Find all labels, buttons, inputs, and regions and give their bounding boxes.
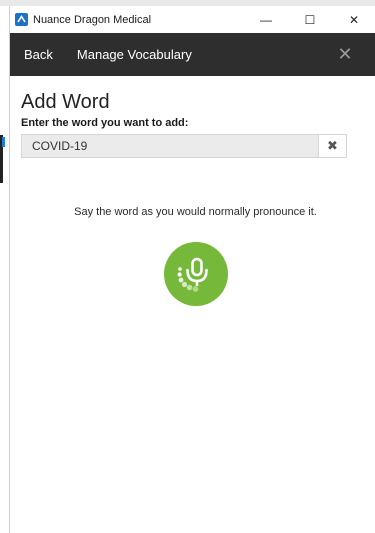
mic-container: [21, 242, 364, 306]
word-input-row: ✖: [21, 134, 347, 158]
manage-vocabulary-link[interactable]: Manage Vocabulary: [77, 47, 192, 62]
back-button[interactable]: Back: [24, 47, 53, 62]
window-title: Nuance Dragon Medical: [33, 13, 152, 26]
microphone-icon: [177, 257, 208, 292]
microphone-button[interactable]: [163, 242, 228, 306]
pronounce-instruction: Say the word as you would normally prono…: [74, 206, 317, 218]
nav-bar: Back Manage Vocabulary ✕: [10, 33, 375, 76]
word-field-label: Enter the word you want to add:: [21, 117, 189, 129]
dragon-window: Nuance Dragon Medical — ☐ ✕ Back Manage …: [9, 6, 375, 533]
maximize-button[interactable]: ☐: [288, 6, 332, 33]
page-title: Add Word: [21, 91, 110, 113]
window-controls: — ☐ ✕: [244, 6, 375, 33]
clear-icon[interactable]: ✖: [319, 134, 347, 158]
background-app-edge-accent: [2, 137, 5, 147]
minimize-button[interactable]: —: [244, 6, 288, 33]
main-content: Add Word Enter the word you want to add:…: [10, 90, 375, 306]
title-bar[interactable]: Nuance Dragon Medical — ☐ ✕: [10, 6, 375, 33]
word-input[interactable]: [21, 134, 319, 158]
app-logo-icon: [15, 13, 28, 26]
close-icon[interactable]: ✕: [336, 45, 354, 63]
window-close-button[interactable]: ✕: [332, 6, 375, 33]
